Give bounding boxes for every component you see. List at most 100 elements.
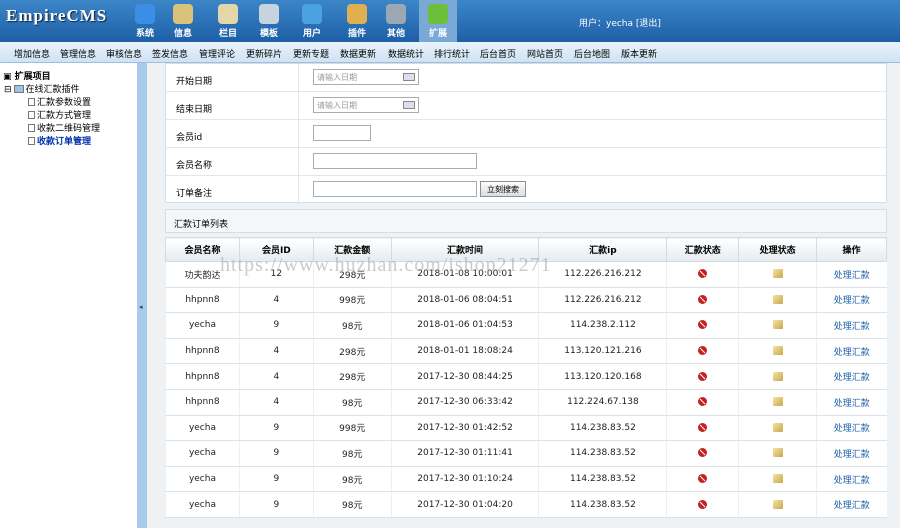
collapse-arrow-icon[interactable]: ◂ xyxy=(139,303,143,311)
sidebar-item-qrcode[interactable]: 收款二维码管理 xyxy=(28,121,100,134)
watermark: https://www.huzhan.com/ishop21271 xyxy=(220,254,552,276)
member-name-input[interactable] xyxy=(313,153,477,169)
cell-process-status xyxy=(738,415,817,442)
cell-amount: 98元 xyxy=(312,466,392,493)
column-header: 操作 xyxy=(816,237,887,262)
user-info[interactable]: 用户：yecha [退出] xyxy=(579,16,661,29)
process-remittance-link[interactable]: 处理汇款 xyxy=(834,450,870,460)
cell-time: 2018-01-06 08:04:51 xyxy=(390,287,539,314)
menu-item[interactable]: 版本更新 xyxy=(621,47,657,60)
process-remittance-link[interactable]: 处理汇款 xyxy=(834,271,870,281)
menu-item[interactable]: 网站首页 xyxy=(527,47,563,60)
cell-remit-status xyxy=(666,415,739,442)
process-remittance-link[interactable]: 处理汇款 xyxy=(834,348,870,358)
search-button[interactable]: 立刻搜索 xyxy=(480,181,526,197)
process-remittance-link[interactable]: 处理汇款 xyxy=(834,501,870,511)
nav-gear-button[interactable]: 其他 xyxy=(377,0,415,42)
form-row-member-id: 会员id xyxy=(166,120,888,148)
form-row-end-date: 结束日期 请输入日期 xyxy=(166,92,888,120)
sidebar-item-settings[interactable]: 汇款参数设置 xyxy=(28,95,91,108)
cell-amount: 298元 xyxy=(312,338,392,365)
process-status-icon xyxy=(772,474,783,484)
process-remittance-link[interactable]: 处理汇款 xyxy=(834,424,870,434)
start-date-input[interactable]: 请输入日期 xyxy=(313,69,419,85)
sidebar-item-label: 收款订单管理 xyxy=(37,137,92,147)
menu-item[interactable]: 增加信息 xyxy=(14,47,50,60)
table-row: hhpnn8 4 998元 2018-01-06 08:04:51 112.226.21… xyxy=(165,287,887,314)
nav-pencil-doc-button[interactable]: 信息 xyxy=(164,0,202,42)
process-remittance-link[interactable]: 处理汇款 xyxy=(834,399,870,409)
cell-ip: 114.238.83.52 xyxy=(538,466,667,493)
sidebar-plugin[interactable]: ⊟ 在线汇款插件 xyxy=(4,82,80,95)
menu-item[interactable]: 签发信息 xyxy=(152,47,188,60)
cell-ip: 112.224.67.138 xyxy=(538,389,667,416)
status-forbidden-icon xyxy=(698,474,708,484)
menu-item[interactable]: 更新专题 xyxy=(293,47,329,60)
nav-user-button[interactable]: 用户 xyxy=(293,0,331,42)
cell-amount: 98元 xyxy=(312,440,392,467)
menu-item[interactable]: 数据统计 xyxy=(388,47,424,60)
status-forbidden-icon xyxy=(698,371,708,381)
cell-remit-status xyxy=(666,338,739,365)
nav-folder-button[interactable]: 栏目 xyxy=(209,0,247,42)
process-status-icon xyxy=(772,320,783,330)
cell-remit-status xyxy=(666,389,739,416)
menu-item[interactable]: 管理信息 xyxy=(60,47,96,60)
cell-id: 9 xyxy=(238,466,314,493)
cell-name: yecha xyxy=(165,440,240,467)
order-note-input[interactable] xyxy=(313,181,477,197)
top-header: EmpireCMS 系统 信息 栏目 模板 用户 插件 其他 扩展 用户：yecha [退出] xyxy=(0,0,900,42)
menu-item[interactable]: 后台地图 xyxy=(574,47,610,60)
cell-remit-status xyxy=(666,363,739,390)
status-forbidden-icon xyxy=(698,269,708,279)
list-header: 汇款订单列表 xyxy=(165,209,887,233)
sidebar-collapse-bar[interactable]: ◂ xyxy=(137,63,147,528)
cell-ip: 114.238.2.112 xyxy=(538,312,667,339)
table-row: hhpnn8 4 98元 2017-12-30 06:33:42 112.224.67.… xyxy=(165,389,887,416)
doc-icon xyxy=(28,124,35,132)
menu-item[interactable]: 管理评论 xyxy=(199,47,235,60)
cell-id: 4 xyxy=(238,363,314,390)
status-forbidden-icon xyxy=(698,499,708,509)
cell-amount: 998元 xyxy=(312,415,392,442)
process-remittance-link[interactable]: 处理汇款 xyxy=(834,296,870,306)
status-forbidden-icon xyxy=(698,422,708,432)
nav-template-button[interactable]: 模板 xyxy=(250,0,288,42)
calendar-icon[interactable] xyxy=(403,73,415,81)
globe-icon xyxy=(135,4,155,24)
folder-icon xyxy=(218,4,238,24)
end-date-input[interactable]: 请输入日期 xyxy=(313,97,419,113)
process-remittance-link[interactable]: 处理汇款 xyxy=(834,322,870,332)
menu-item[interactable]: 数据更新 xyxy=(340,47,376,60)
gear-icon xyxy=(386,4,406,24)
nav-tools-button[interactable]: 插件 xyxy=(338,0,376,42)
process-remittance-link[interactable]: 处理汇款 xyxy=(834,373,870,383)
sidebar-item-methods[interactable]: 汇款方式管理 xyxy=(28,108,91,121)
menu-item[interactable]: 审核信息 xyxy=(106,47,142,60)
sidebar-root-label: 扩展项目 xyxy=(14,72,51,82)
menu-item[interactable]: 后台首页 xyxy=(480,47,516,60)
cell-id: 4 xyxy=(238,389,314,416)
member-id-input[interactable] xyxy=(313,125,371,141)
process-remittance-link[interactable]: 处理汇款 xyxy=(834,476,870,486)
pencil-doc-icon xyxy=(173,4,193,24)
status-forbidden-icon xyxy=(698,397,708,407)
status-forbidden-icon xyxy=(698,448,708,458)
doc-icon xyxy=(28,137,35,145)
process-status-icon xyxy=(772,397,783,407)
cell-process-status xyxy=(738,363,817,390)
cell-time: 2017-12-30 06:33:42 xyxy=(390,389,539,416)
sidebar-root[interactable]: ▣ 扩展项目 xyxy=(3,69,51,82)
menu-item[interactable]: 排行统计 xyxy=(434,47,470,60)
menu-item[interactable]: 更新碎片 xyxy=(246,47,282,60)
cell-ip: 113.120.120.168 xyxy=(538,363,667,390)
cell-process-status xyxy=(738,338,817,365)
process-status-icon xyxy=(772,448,783,458)
column-header: 汇款状态 xyxy=(666,237,740,262)
calendar-icon[interactable] xyxy=(403,101,415,109)
nav-plus-button[interactable]: 扩展 xyxy=(419,0,457,42)
process-status-icon xyxy=(772,422,783,432)
nav-globe-button[interactable]: 系统 xyxy=(126,0,164,42)
sidebar-item-orders[interactable]: 收款订单管理 xyxy=(28,134,91,147)
nav-label: 信息 xyxy=(173,29,192,39)
